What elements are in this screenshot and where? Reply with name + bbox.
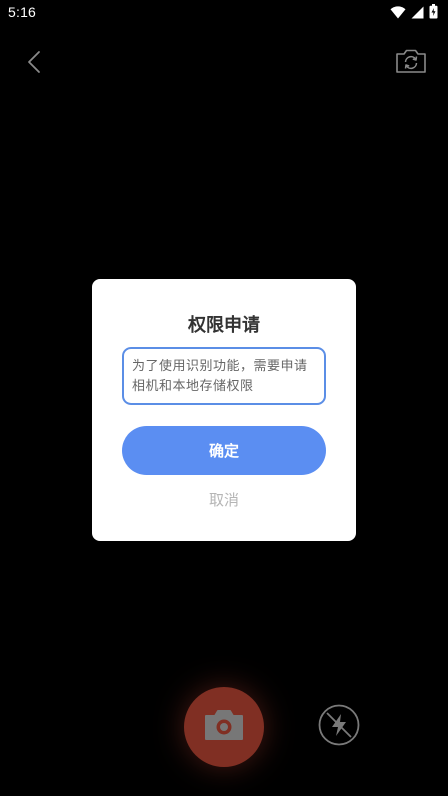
dialog-message: 为了使用识别功能，需要申请相机和本地存储权限 [122, 347, 326, 405]
cancel-button[interactable]: 取消 [92, 489, 356, 510]
flash-toggle-button[interactable] [318, 704, 360, 750]
wifi-icon [390, 4, 406, 23]
permission-dialog: 权限申请 为了使用识别功能，需要申请相机和本地存储权限 确定 取消 [92, 279, 356, 541]
signal-icon [411, 4, 424, 23]
camera-icon [204, 709, 244, 745]
confirm-button[interactable]: 确定 [122, 426, 326, 475]
back-button[interactable] [18, 48, 50, 80]
camera-flip-icon [395, 48, 427, 78]
dialog-title: 权限申请 [188, 315, 260, 336]
status-bar: 5:16 [0, 0, 448, 26]
battery-icon [429, 4, 438, 23]
status-icons [390, 4, 438, 23]
camera-screen: 5:16 权限申请 为了使用识别功能，需要申请相机和本地存储权限 确定 取消 [0, 0, 448, 796]
shutter-button[interactable] [184, 687, 264, 767]
flash-off-icon [318, 704, 360, 750]
flip-camera-button[interactable] [394, 46, 428, 80]
chevron-left-icon [27, 50, 41, 78]
status-time: 5:16 [8, 4, 37, 20]
